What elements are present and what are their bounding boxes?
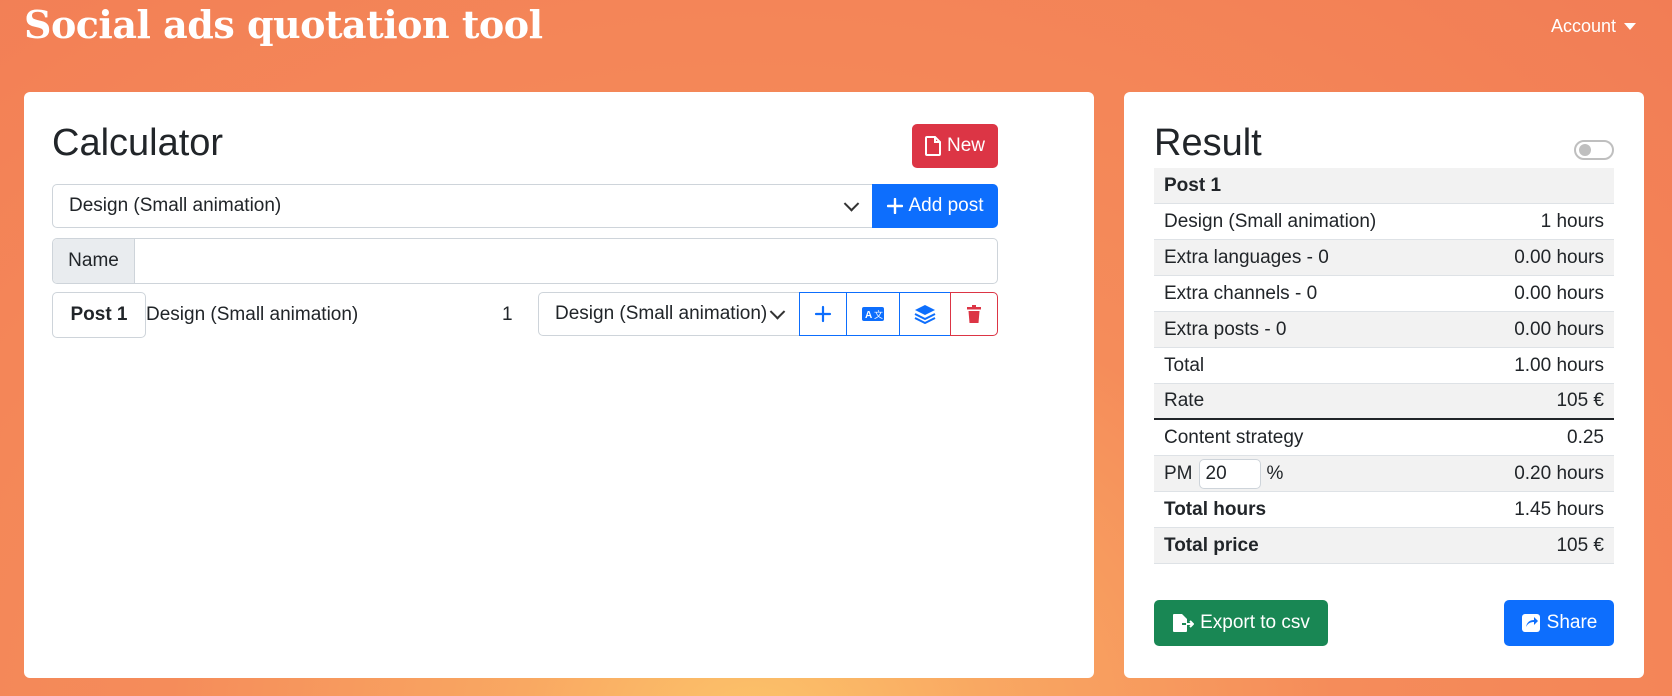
result-row: Post 1 bbox=[1154, 168, 1614, 204]
pm-group: PM 20 % bbox=[1164, 458, 1284, 489]
result-row-pm: PM 20 % 0.20 hours bbox=[1154, 456, 1614, 492]
file-export-icon bbox=[1173, 614, 1195, 632]
chevron-down-icon bbox=[769, 304, 786, 320]
add-post-button[interactable]: Add post bbox=[872, 184, 998, 228]
post-quantity: 1 bbox=[502, 304, 513, 325]
calculator-title: Calculator bbox=[52, 122, 224, 164]
result-row-value: 105 € bbox=[1556, 534, 1604, 556]
new-button-label: New bbox=[946, 135, 985, 156]
post-type-text: Design (Small animation) bbox=[146, 304, 359, 325]
result-row-label: Total bbox=[1164, 354, 1205, 376]
result-row-label: Design (Small animation) bbox=[1164, 210, 1377, 232]
name-label: Name bbox=[53, 239, 135, 283]
result-row: Rate 105 € bbox=[1154, 384, 1614, 420]
layers-button[interactable] bbox=[899, 292, 951, 336]
result-card: Result Post 1 Design (Small animation) 1… bbox=[1124, 92, 1644, 678]
result-row-label: Extra languages - 0 bbox=[1164, 246, 1329, 268]
result-table: Post 1 Design (Small animation) 1 hours … bbox=[1154, 168, 1614, 564]
pm-percent-input[interactable]: 20 bbox=[1198, 458, 1261, 489]
result-title: Result bbox=[1154, 122, 1262, 164]
svg-text:A: A bbox=[865, 310, 872, 321]
result-row-value: 0.00 hours bbox=[1514, 318, 1604, 340]
translate-icon: A文 bbox=[862, 307, 884, 321]
post-type-row-select[interactable]: Design (Small animation) bbox=[538, 292, 800, 336]
svg-text:文: 文 bbox=[874, 309, 883, 320]
toggle-knob bbox=[1579, 144, 1591, 156]
account-label: Account bbox=[1550, 16, 1616, 36]
export-csv-button[interactable]: Export to csv bbox=[1154, 600, 1328, 646]
layers-icon bbox=[914, 305, 936, 324]
caret-down-icon bbox=[1624, 23, 1636, 30]
result-row-label: Extra posts - 0 bbox=[1164, 318, 1287, 340]
result-row-label: Total hours bbox=[1164, 498, 1267, 520]
result-row-value: 1.45 hours bbox=[1514, 498, 1604, 520]
result-row-value: 0.25 bbox=[1567, 426, 1604, 448]
translate-button[interactable]: A文 bbox=[846, 292, 900, 336]
result-row-label: Content strategy bbox=[1164, 426, 1304, 448]
result-row-label: Total price bbox=[1164, 534, 1259, 556]
post-type-select[interactable]: Design (Small animation) bbox=[52, 184, 874, 228]
pm-label: PM bbox=[1164, 462, 1193, 484]
post-type-select-value: Design (Small animation) bbox=[69, 195, 282, 216]
result-row: Content strategy 0.25 bbox=[1154, 420, 1614, 456]
result-row-label: Rate bbox=[1164, 390, 1205, 411]
name-field-group: Name bbox=[52, 238, 998, 284]
share-label: Share bbox=[1546, 612, 1598, 633]
result-row-label: Post 1 bbox=[1164, 174, 1222, 196]
result-row: Total price 105 € bbox=[1154, 528, 1614, 564]
delete-button[interactable] bbox=[950, 292, 998, 336]
post-type-row-select-value: Design (Small animation) bbox=[555, 303, 768, 324]
result-row-value: 105 € bbox=[1556, 390, 1604, 411]
post-badge: Post 1 bbox=[52, 292, 146, 338]
result-toggle[interactable] bbox=[1574, 140, 1614, 160]
result-row: Total hours 1.45 hours bbox=[1154, 492, 1614, 528]
plus-icon bbox=[886, 198, 903, 214]
calculator-card: Calculator New Design (Small animation) … bbox=[24, 92, 1094, 678]
result-row: Design (Small animation) 1 hours bbox=[1154, 204, 1614, 240]
add-post-label: Add post bbox=[908, 195, 984, 216]
result-row-value: 1 hours bbox=[1540, 210, 1604, 232]
result-row: Extra languages - 0 0.00 hours bbox=[1154, 240, 1614, 276]
export-csv-label: Export to csv bbox=[1200, 612, 1310, 633]
result-row-value: 0.20 hours bbox=[1514, 462, 1604, 484]
account-menu[interactable]: Account bbox=[1551, 16, 1636, 37]
share-icon bbox=[1521, 614, 1540, 632]
share-button[interactable]: Share bbox=[1504, 600, 1614, 646]
pm-unit: % bbox=[1266, 462, 1284, 484]
result-row: Extra posts - 0 0.00 hours bbox=[1154, 312, 1614, 348]
result-row: Extra channels - 0 0.00 hours bbox=[1154, 276, 1614, 312]
result-row-label: Extra channels - 0 bbox=[1164, 282, 1318, 304]
trash-icon bbox=[967, 305, 981, 323]
name-input[interactable] bbox=[135, 239, 997, 283]
new-button[interactable]: New bbox=[912, 124, 998, 168]
result-row-value: 1.00 hours bbox=[1514, 354, 1604, 376]
plus-icon bbox=[814, 305, 832, 323]
chevron-down-icon bbox=[843, 196, 860, 212]
result-row-value: 0.00 hours bbox=[1514, 246, 1604, 268]
result-row-value: 0.00 hours bbox=[1514, 282, 1604, 304]
app-title: Social ads quotation tool bbox=[24, 2, 543, 47]
result-row: Total 1.00 hours bbox=[1154, 348, 1614, 384]
add-button[interactable] bbox=[799, 292, 847, 336]
file-icon bbox=[924, 136, 941, 156]
